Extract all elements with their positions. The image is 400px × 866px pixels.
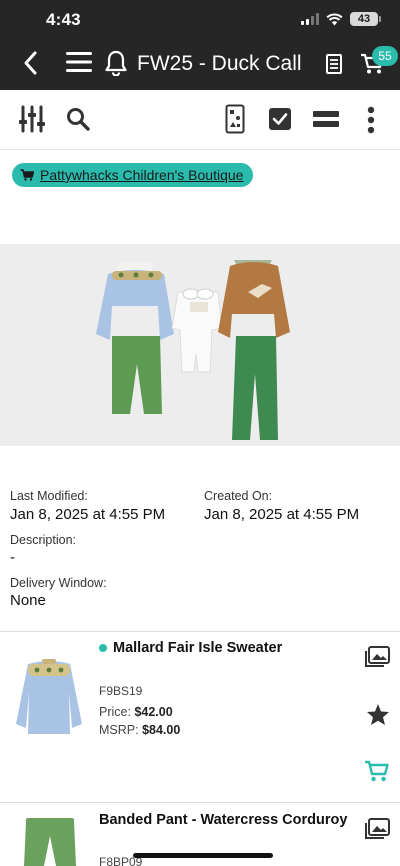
created-on-value: Jan 8, 2025 at 4:55 PM (204, 506, 360, 523)
back-icon[interactable] (22, 50, 40, 76)
product-thumbnail (24, 818, 76, 866)
star-icon[interactable] (366, 703, 390, 726)
product-name[interactable]: Banded Pant - Watercress Corduroy (99, 812, 347, 828)
battery-icon: 43 (350, 12, 381, 26)
status-dot (99, 644, 107, 652)
divider (0, 631, 400, 632)
card-view-icon[interactable] (225, 104, 245, 134)
home-indicator[interactable] (133, 853, 273, 858)
product-thumbnail (16, 659, 82, 734)
price-label: Price: (99, 705, 131, 719)
created-on-label: Created On: (204, 489, 273, 503)
last-modified-label: Last Modified: (10, 489, 88, 503)
price-value: $42.00 (134, 705, 173, 719)
msrp-label: MSRP: (99, 723, 139, 737)
product-name[interactable]: Mallard Fair Isle Sweater (113, 640, 282, 656)
msrp-value: $84.00 (142, 723, 181, 737)
vendor-link[interactable]: Pattywhacks Children's Boutique (12, 163, 254, 187)
product-sku: F9BS19 (99, 684, 143, 698)
cart-icon (20, 169, 34, 181)
page-title: FW25 - Duck Call (137, 52, 302, 75)
description-value: - (10, 549, 15, 566)
last-modified-value: Jan 8, 2025 at 4:55 PM (10, 506, 166, 523)
checkbox-icon[interactable] (269, 108, 291, 130)
delivery-window-label: Delivery Window: (10, 576, 107, 590)
app-header: 4:43 43 FW25 - Duck Call 55 (0, 0, 400, 90)
bell-icon[interactable] (105, 50, 127, 76)
filter-sliders-icon[interactable] (19, 105, 45, 133)
gallery-icon[interactable] (364, 646, 390, 668)
product-price: Price: $42.00 (99, 705, 173, 719)
product-msrp: MSRP: $84.00 (99, 723, 180, 737)
collection-hero-image (0, 244, 400, 446)
signal-icon (301, 13, 319, 25)
cart-count-badge: 55 (372, 46, 398, 66)
divider (0, 802, 400, 803)
more-vertical-icon[interactable] (367, 106, 375, 134)
menu-icon[interactable] (66, 50, 92, 74)
status-time: 4:43 (46, 10, 81, 29)
status-indicators: 43 (301, 12, 381, 26)
vendor-label: Pattywhacks Children's Boutique (40, 167, 244, 183)
delivery-window-value: None (10, 592, 46, 609)
wifi-icon (326, 12, 343, 25)
list-view-icon[interactable] (313, 110, 339, 128)
toolbar (0, 90, 400, 150)
gallery-icon[interactable] (364, 818, 390, 840)
description-label: Description: (10, 533, 76, 547)
search-icon[interactable] (66, 107, 90, 131)
list-icon[interactable] (326, 54, 342, 74)
add-to-cart-icon[interactable] (364, 760, 390, 782)
